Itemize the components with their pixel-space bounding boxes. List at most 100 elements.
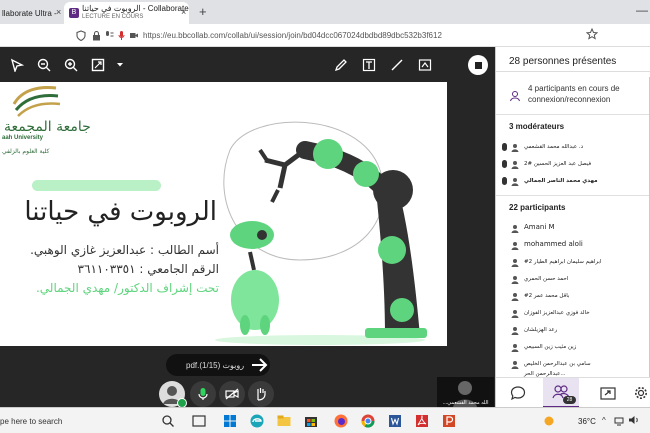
user-icon [511, 344, 519, 352]
logo-emblem-icon [12, 86, 61, 117]
file-explorer-icon[interactable] [276, 413, 292, 429]
tab-settings[interactable] [631, 378, 650, 407]
gear-icon [635, 387, 647, 399]
participants-heading: 22 participants [509, 203, 566, 212]
acrobat-icon[interactable] [414, 413, 430, 429]
divider [496, 71, 650, 72]
tab-share-content[interactable] [590, 378, 626, 407]
bookmark-star-icon[interactable] [586, 28, 598, 40]
slide-title: الروبوت في حياتنا [24, 197, 217, 227]
search-icon[interactable] [160, 413, 176, 429]
tab-title: llaborate Ultra - [2, 8, 57, 18]
chrome-icon[interactable] [360, 413, 376, 429]
temperature-text[interactable]: 36°C [578, 417, 596, 426]
address-bar-row: https://eu.bbcollab.com/collab/ui/sessio… [0, 24, 650, 47]
tab-chat[interactable] [500, 378, 536, 407]
store-icon[interactable] [303, 413, 319, 429]
participant-row[interactable]: Amani M [496, 220, 646, 237]
close-tab-icon[interactable]: × [56, 7, 61, 17]
participant-name: خالد فوزي عبدالعزيز الفوزان [524, 310, 590, 316]
close-tab-icon[interactable]: × [181, 7, 186, 17]
presenter-video-thumbnail[interactable]: ...الله محمد القشعمي [437, 377, 494, 407]
user-icon [511, 161, 519, 169]
tray-overflow-icon[interactable]: ^ [602, 416, 606, 425]
line-tool-icon[interactable] [388, 57, 406, 73]
permissions-icon[interactable] [105, 30, 114, 41]
raise-hand-button[interactable] [248, 381, 274, 407]
divider [496, 114, 650, 115]
tab-subtitle: LECTURE EN COURS [82, 14, 144, 20]
zoom-in-icon[interactable] [62, 57, 80, 73]
moderator-row[interactable]: فيصل عبد العزيز الحسين #2 [496, 156, 646, 173]
tab-collaborate-session[interactable]: B الروبوت في حياتنا - Collaborate LECTUR… [64, 2, 189, 24]
camera-active-icon[interactable] [129, 30, 139, 41]
microphone-button[interactable] [190, 381, 216, 407]
pointer-tool-icon[interactable] [8, 57, 26, 73]
chat-bubble-icon [510, 386, 526, 401]
microphone-icon [198, 388, 208, 400]
windows-start-icon[interactable] [222, 413, 238, 429]
user-icon [511, 293, 519, 301]
lock-icon[interactable] [92, 30, 101, 41]
powerpoint-icon[interactable] [441, 413, 457, 429]
pen-tool-icon[interactable] [332, 57, 350, 73]
windows-taskbar: pe here to search 36°C ^ [0, 407, 650, 433]
shape-tool-icon[interactable] [416, 57, 434, 73]
participant-row[interactable]: احمد حسن الحمري [496, 271, 646, 288]
annotation-toolbar-right [332, 57, 434, 73]
next-slide-arrow-icon[interactable] [250, 355, 268, 375]
minimize-window-button[interactable]: — [636, 3, 648, 17]
participant-name: احمد حسن الحمري [524, 276, 569, 282]
network-icon[interactable] [614, 416, 624, 426]
participant-row[interactable]: خالد فوزي عبدالعزيز الفوزان [496, 305, 646, 322]
taskbar-search-input[interactable]: pe here to search [0, 417, 62, 426]
university-logo: جامعة المجمعة aah University كلية العلوم… [0, 82, 91, 168]
participant-name: mohammed aloli [524, 240, 583, 248]
robot-illustration [215, 121, 427, 345]
logo-college-text: كلية العلوم بالزلفي [2, 148, 50, 155]
participant-row[interactable]: رعد الهزيلشان [496, 322, 646, 339]
collaborate-favicon-icon: B [69, 8, 79, 18]
user-icon [511, 259, 519, 267]
fit-page-icon[interactable] [89, 57, 107, 73]
camera-off-icon [225, 388, 239, 400]
url-text[interactable]: https://eu.bbcollab.com/collab/ui/sessio… [143, 31, 442, 40]
participant-row[interactable]: #2 باقل محمد عمر [496, 288, 646, 305]
tab-collaborate-ultra[interactable]: llaborate Ultra - [0, 2, 62, 24]
edge-browser-icon[interactable] [249, 413, 265, 429]
participant-row[interactable]: mohammed aloli [496, 237, 646, 254]
task-view-icon[interactable] [191, 413, 207, 429]
user-icon [511, 144, 519, 152]
participant-name: Amani M [524, 223, 555, 231]
microphone-icon [502, 143, 507, 151]
user-icon [511, 361, 519, 369]
shield-icon[interactable] [76, 30, 86, 41]
volume-icon[interactable] [628, 415, 640, 425]
stop-sharing-button[interactable] [468, 55, 488, 75]
presentation-stage: جامعة المجمعة aah University كلية العلوم… [0, 47, 495, 408]
participant-row[interactable]: زين مثيب زين السبيعي [496, 339, 646, 356]
connecting-notice: 4 participants en cours de connexion/rec… [528, 84, 620, 104]
chevron-down-icon[interactable] [116, 57, 124, 73]
browser-tab-bar: llaborate Ultra - × B الروبوت في حياتنا … [0, 0, 650, 24]
moderator-row[interactable]: مهدي محمد الناصر الجمالي [496, 173, 646, 190]
logo-arabic-text: جامعة المجمعة [4, 119, 91, 135]
camera-button[interactable] [219, 381, 245, 407]
moderator-row[interactable]: د. عبدالله محمد القشعمي [496, 139, 646, 156]
share-content-icon [600, 387, 616, 400]
connecting-user-icon [510, 91, 520, 102]
word-icon[interactable] [387, 413, 403, 429]
new-tab-button[interactable]: + [199, 4, 207, 19]
moderator-name: فيصل عبد العزيز الحسين #2 [524, 161, 592, 167]
moderator-name: مهدي محمد الناصر الجمالي [524, 178, 598, 184]
text-tool-icon[interactable] [360, 57, 378, 73]
tab-title: الروبوت في حياتنا - Collaborate [82, 4, 189, 13]
participant-row[interactable]: #2 ابراهيم سليمان ابراهيم الطيار [496, 254, 646, 271]
weather-icon[interactable] [541, 413, 557, 429]
decorative-bar [32, 180, 161, 191]
firefox-icon[interactable] [333, 413, 349, 429]
moderators-heading: 3 modérateurs [509, 122, 565, 131]
microphone-icon [502, 160, 507, 168]
zoom-out-icon[interactable] [35, 57, 53, 73]
microphone-active-icon[interactable] [118, 30, 125, 41]
